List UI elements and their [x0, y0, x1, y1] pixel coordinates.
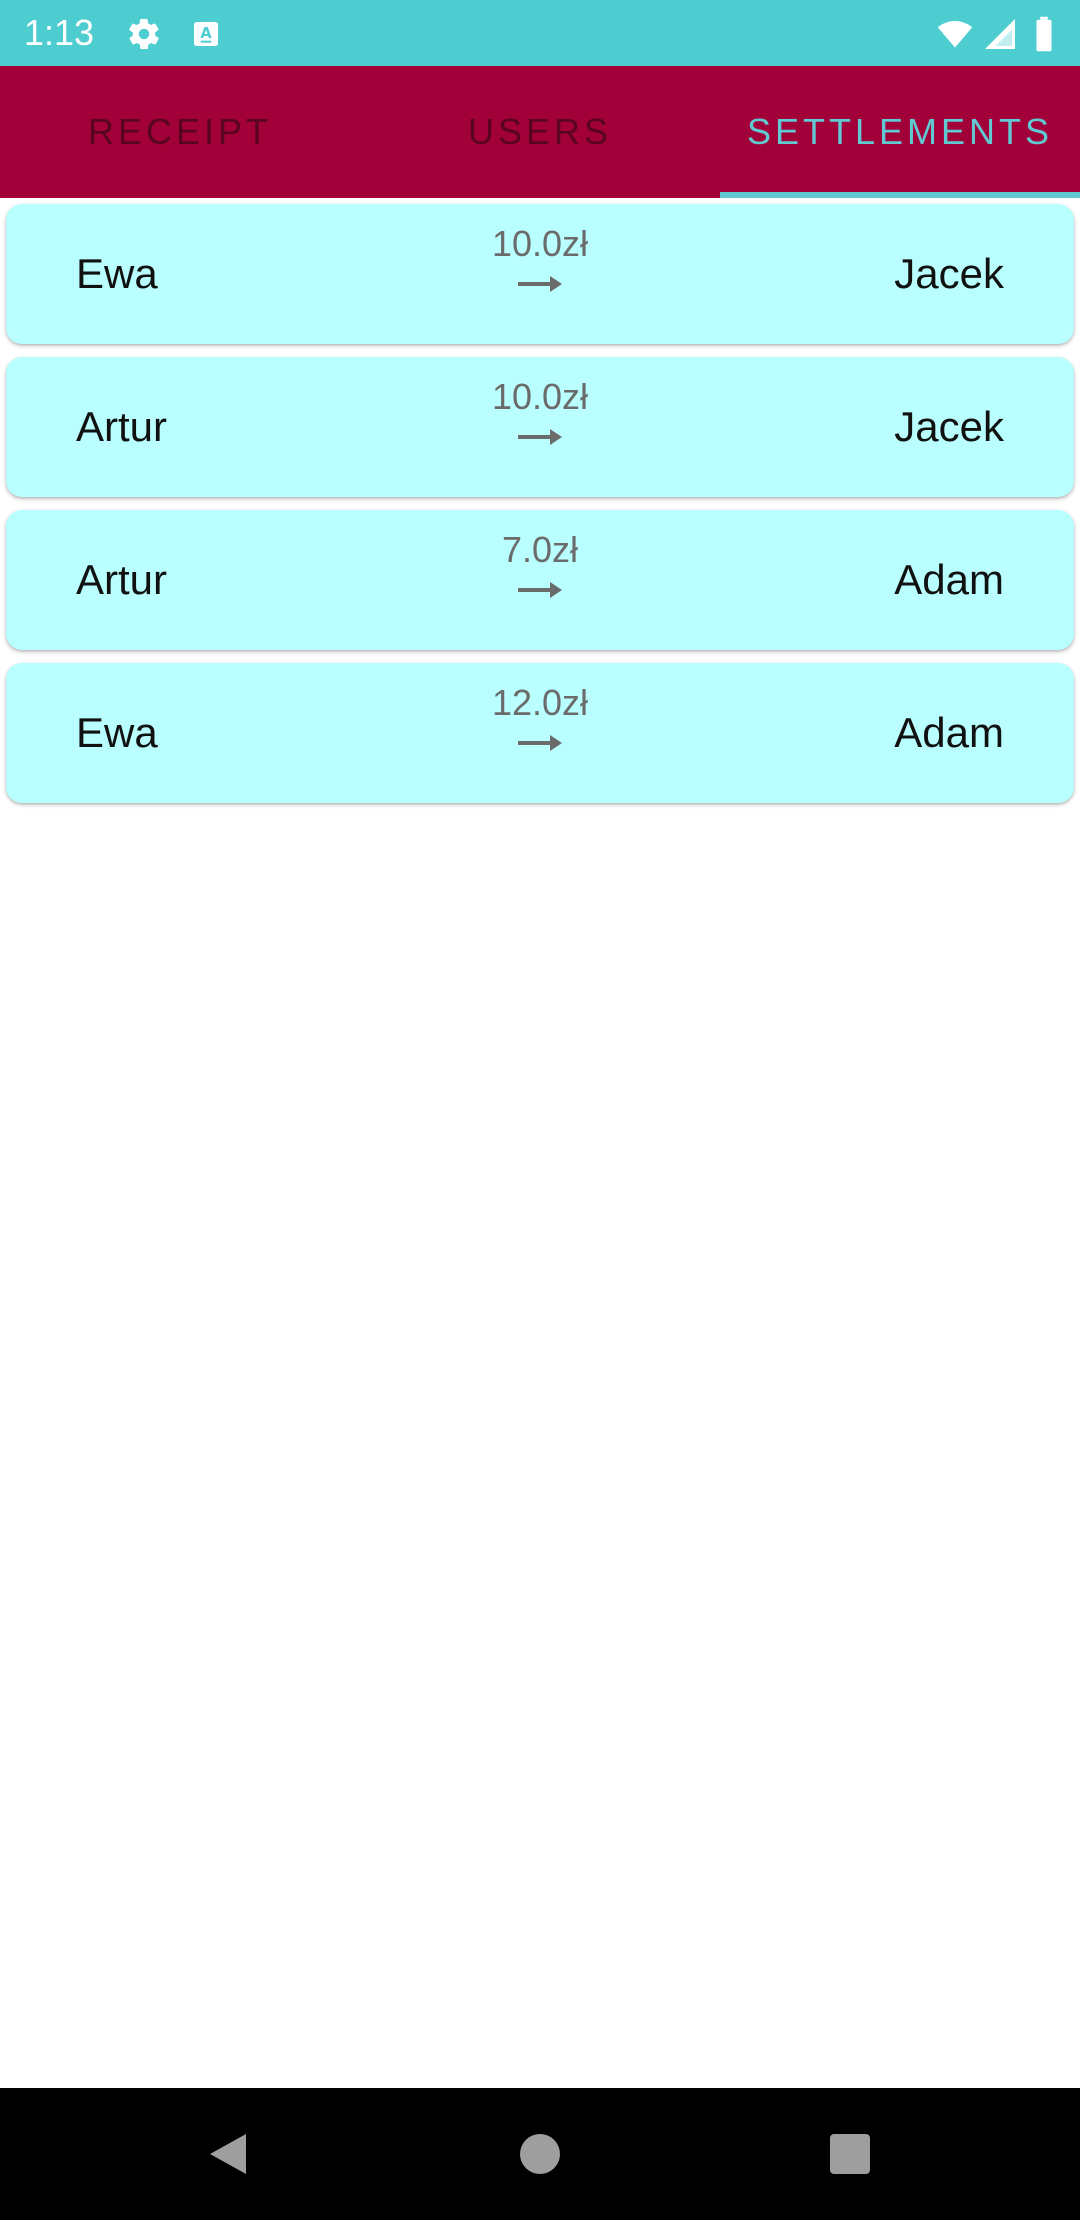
- tab-settlements[interactable]: SETTLEMENTS: [720, 66, 1080, 198]
- payee-name: Jacek: [894, 403, 1004, 450]
- tab-users-label: USERS: [467, 111, 613, 152]
- settlement-card[interactable]: Artur 7.0zł Adam: [6, 510, 1074, 650]
- a-text-icon: A: [190, 16, 222, 52]
- arrow-right-icon: [516, 731, 564, 755]
- navigation-bar: [0, 2088, 1080, 2220]
- recents-icon[interactable]: [820, 2124, 880, 2184]
- tab-users[interactable]: USERS: [360, 66, 720, 198]
- settlement-card[interactable]: Ewa 10.0zł Jacek: [6, 204, 1074, 344]
- home-icon[interactable]: [510, 2124, 570, 2184]
- screen: 1:13 A RECEIPT USERS SETTLEMENTS Ewa 10.…: [0, 0, 1080, 2220]
- tab-receipt-label: RECEIPT: [87, 111, 273, 152]
- settlement-card[interactable]: Ewa 12.0zł Adam: [6, 663, 1074, 803]
- tab-receipt[interactable]: RECEIPT: [0, 66, 360, 198]
- tab-bar: RECEIPT USERS SETTLEMENTS: [0, 66, 1080, 198]
- status-time: 1:13: [24, 12, 95, 53]
- battery-icon: [1032, 16, 1056, 52]
- back-icon[interactable]: [198, 2124, 258, 2184]
- tab-settlements-label: SETTLEMENTS: [746, 111, 1054, 152]
- settlement-card[interactable]: Artur 10.0zł Jacek: [6, 357, 1074, 497]
- arrow-right-icon: [516, 272, 564, 296]
- svg-text:A: A: [200, 25, 212, 42]
- tab-active-indicator: [720, 192, 1080, 198]
- payee-name: Jacek: [894, 250, 1004, 297]
- signal-icon: [982, 16, 1018, 52]
- status-bar: 1:13 A: [0, 0, 1080, 66]
- arrow-right-icon: [516, 578, 564, 602]
- gear-icon: [126, 16, 162, 52]
- payee-name: Adam: [894, 709, 1004, 756]
- arrow-right-icon: [516, 425, 564, 449]
- payee-name: Adam: [894, 556, 1004, 603]
- wifi-icon: [934, 16, 976, 52]
